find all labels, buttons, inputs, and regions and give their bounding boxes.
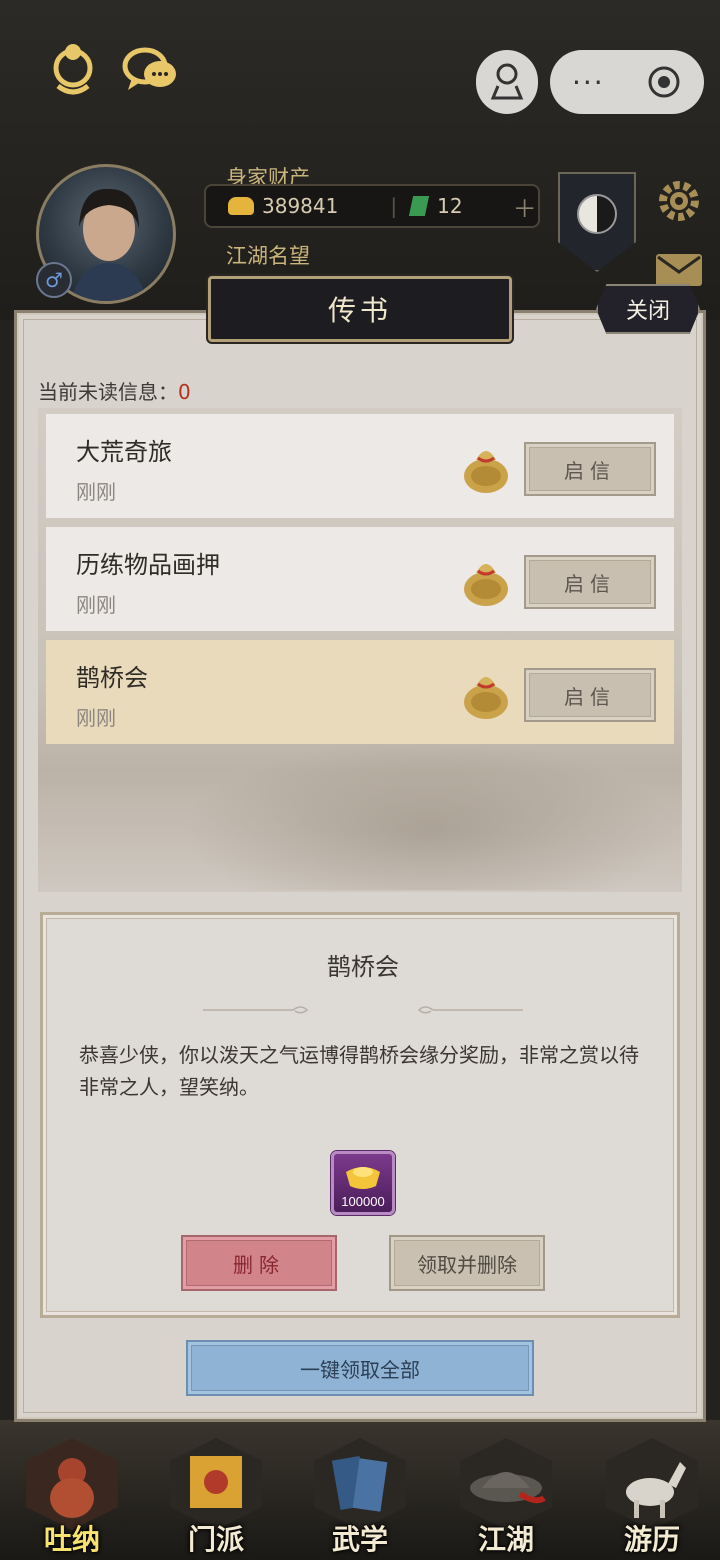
delete-button[interactable]: 删除: [181, 1235, 337, 1291]
message-title: 历练物品画押: [76, 551, 220, 579]
message-row-selected[interactable]: 鹊桥会 刚刚 启信: [46, 640, 674, 744]
message-row[interactable]: 历练物品画押 刚刚 启信: [46, 527, 674, 631]
nav-martial[interactable]: 武学: [300, 1432, 420, 1560]
gourd-icon: [26, 1438, 118, 1530]
close-button[interactable]: 关闭: [596, 284, 700, 334]
reward-item[interactable]: 100000: [331, 1151, 395, 1215]
person-pin-icon: [490, 63, 524, 100]
unread-info: 当前未读信息：0: [38, 376, 191, 405]
taiji-icon: [577, 194, 617, 234]
settings-gear-icon[interactable]: [654, 176, 704, 226]
nav-label: 游历: [623, 1523, 680, 1556]
message-time: 刚刚: [76, 593, 116, 617]
open-letter-button[interactable]: 启信: [524, 668, 656, 722]
mini-program-capsule: ···: [550, 50, 704, 114]
location-button[interactable]: [476, 50, 538, 114]
reward-quantity: 100000: [341, 1194, 385, 1209]
nav-label: 门派: [187, 1523, 244, 1556]
horse-icon: [606, 1438, 698, 1530]
nav-sect[interactable]: 门派: [156, 1432, 276, 1560]
nav-label: 江湖: [477, 1523, 534, 1556]
chat-icon[interactable]: [120, 42, 178, 100]
jade-value: 12: [437, 194, 463, 218]
claim-and-delete-button[interactable]: 领取并删除: [389, 1235, 545, 1291]
reward-bag-icon: [464, 677, 508, 719]
reward-bag-icon: [464, 564, 508, 606]
add-jade-button[interactable]: ＋: [513, 189, 537, 224]
message-title: 大荒奇旅: [76, 438, 172, 466]
wealth-bar: 389841 | 12 ＋: [204, 184, 540, 228]
gold-ingot-icon: [228, 197, 254, 215]
gold-value: 389841: [262, 194, 339, 218]
detail-body: 恭喜少侠，你以泼天之气运博得鹊桥会缘分奖励，非常之赏以待非常之人，望笑纳。: [79, 1043, 639, 1099]
divider-ornament-right: [417, 1006, 523, 1014]
jade-icon: [408, 196, 430, 216]
detail-title: 鹊桥会: [327, 953, 399, 981]
close-target-icon[interactable]: [646, 64, 682, 100]
claim-all-button[interactable]: 一键领取全部: [186, 1340, 534, 1396]
straw-hat-icon: [460, 1438, 552, 1530]
banner-icon: [170, 1438, 262, 1530]
male-icon: ♂: [36, 262, 72, 298]
open-letter-button[interactable]: 启信: [524, 555, 656, 609]
message-title: 鹊桥会: [76, 664, 148, 692]
nav-label: 吐纳: [43, 1523, 100, 1556]
modal-title: 传书: [208, 276, 512, 342]
nav-label: 武学: [331, 1523, 388, 1556]
reward-bag-icon: [464, 451, 508, 493]
nav-tuna[interactable]: 吐纳: [12, 1432, 132, 1560]
nav-travel[interactable]: 游历: [592, 1432, 712, 1560]
portrait-icon[interactable]: [44, 42, 102, 100]
reputation-label: 江湖名望: [226, 244, 310, 268]
message-time: 刚刚: [76, 706, 116, 730]
divider-ornament-left: [203, 1006, 309, 1014]
message-row[interactable]: 大荒奇旅 刚刚 启信: [46, 414, 674, 518]
mail-icon[interactable]: [656, 254, 702, 286]
gold-ingot-icon: [346, 1167, 380, 1189]
open-letter-button[interactable]: 启信: [524, 442, 656, 496]
message-time: 刚刚: [76, 480, 116, 504]
scroll-book-icon: [314, 1438, 406, 1530]
unread-label: 当前未读信息：: [38, 380, 178, 404]
message-detail-panel: 鹊桥会 恭喜少侠，你以泼天之气运博得鹊桥会缘分奖励，非常之赏以待非常之人，望笑纳…: [40, 912, 680, 1318]
nav-jianghu[interactable]: 江湖: [446, 1432, 566, 1560]
landscape-decoration: [180, 740, 680, 890]
more-button[interactable]: ···: [572, 66, 605, 99]
unread-count: 0: [178, 380, 191, 404]
